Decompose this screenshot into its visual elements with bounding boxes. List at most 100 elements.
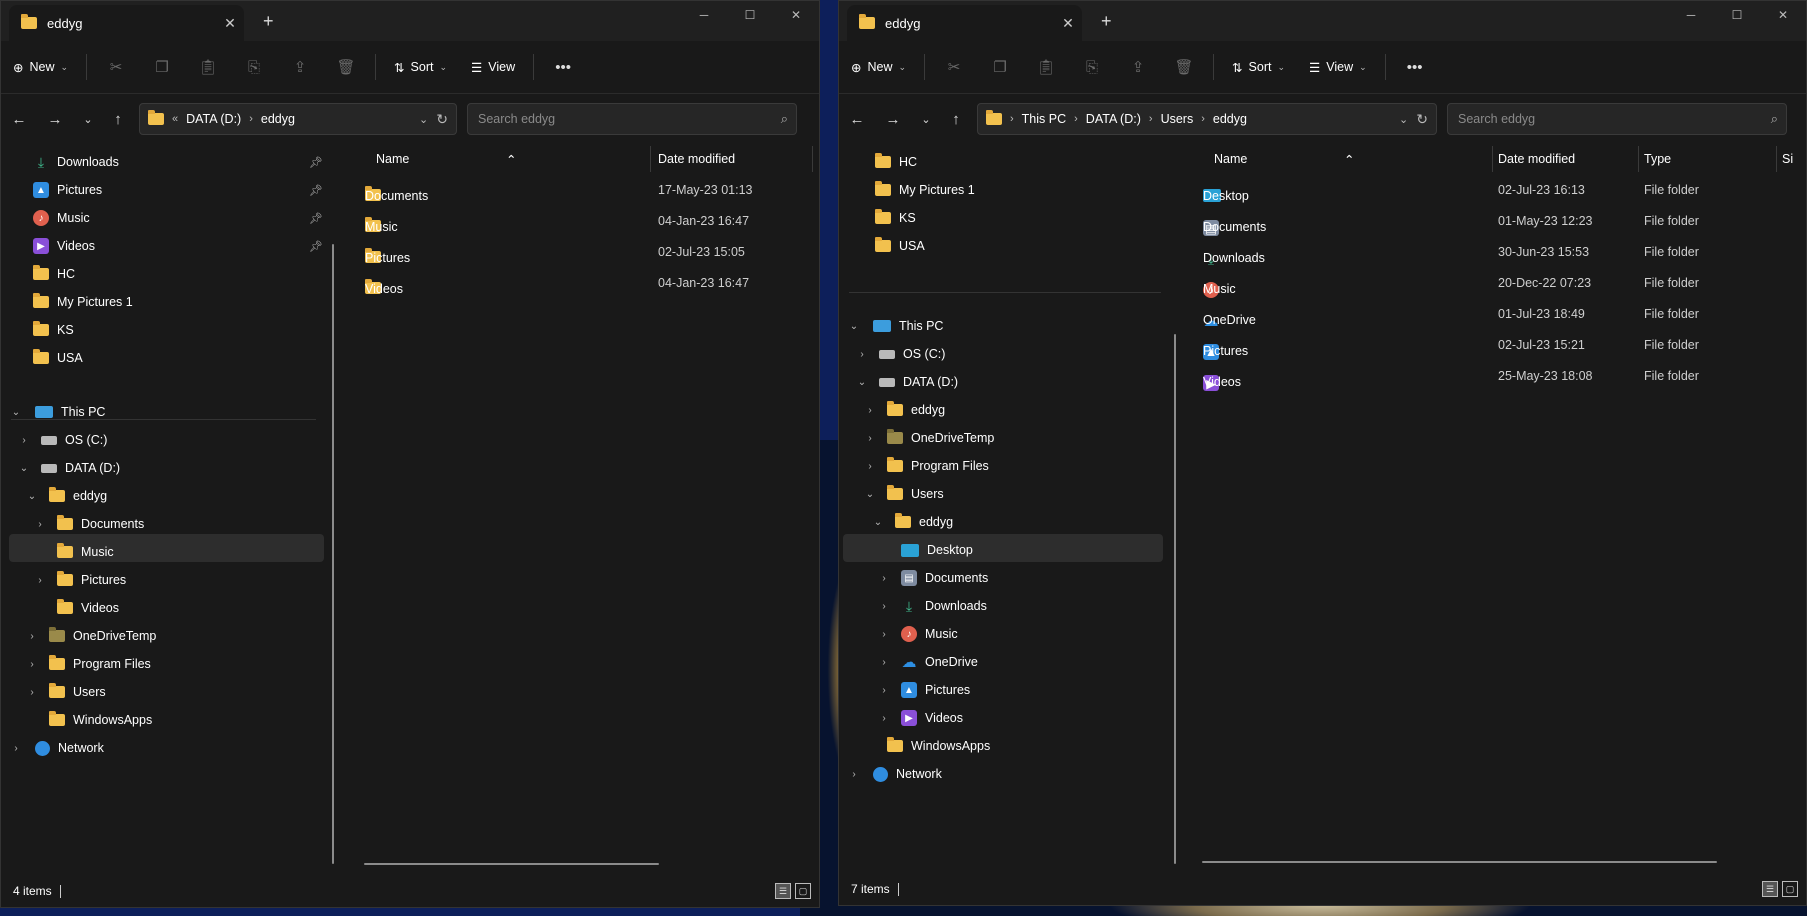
recent-locations-icon[interactable]: ⌄ xyxy=(73,113,103,126)
delete-icon[interactable]: 🗑︎ xyxy=(323,50,369,84)
maximize-icon[interactable]: ☐ xyxy=(727,1,773,29)
tab-eddyg[interactable]: eddyg ✕ xyxy=(9,5,244,41)
breadcrumb-data-d[interactable]: DATA (D:) xyxy=(1086,112,1141,126)
chevron-right-icon[interactable]: › xyxy=(877,573,891,584)
file-row[interactable]: Desktop 02-Jul-23 16:13 File folder xyxy=(1184,176,1806,204)
new-tab-icon[interactable]: + xyxy=(1101,11,1112,32)
new-button[interactable]: ⊕ New ⌄ xyxy=(1,50,80,84)
tree-videos[interactable]: Videos xyxy=(57,594,119,622)
chevron-down-icon[interactable]: ⌄ xyxy=(9,407,23,418)
file-row[interactable]: ▲ Pictures 02-Jul-23 15:21 File folder xyxy=(1184,331,1806,360)
chevron-right-icon[interactable]: › xyxy=(877,713,891,724)
more-options-icon[interactable]: ••• xyxy=(1392,50,1438,84)
maximize-icon[interactable]: ☐ xyxy=(1714,1,1760,29)
tree-onedrive[interactable]: › ☁ OneDrive xyxy=(877,648,977,676)
minimize-icon[interactable]: ─ xyxy=(681,1,727,29)
up-icon[interactable]: ↑ xyxy=(103,111,133,128)
column-name[interactable]: Name xyxy=(376,152,409,166)
forward-icon[interactable]: → xyxy=(37,111,73,128)
chevron-right-icon[interactable]: › xyxy=(25,631,39,642)
column-divider[interactable] xyxy=(812,146,813,172)
search-input[interactable] xyxy=(476,111,781,127)
search-icon[interactable]: ⌕ xyxy=(1771,111,1778,127)
chevron-down-icon[interactable]: ⌄ xyxy=(17,463,31,474)
quick-access-ks[interactable]: KS xyxy=(33,316,74,344)
tree-onedrivetemp[interactable]: › OneDriveTemp xyxy=(25,622,156,650)
tree-documents[interactable]: › Documents xyxy=(33,510,144,538)
chevron-right-icon[interactable]: › xyxy=(855,349,869,360)
close-tab-icon[interactable]: ✕ xyxy=(1054,15,1082,32)
search-icon[interactable]: ⌕ xyxy=(781,111,788,127)
tree-windowsapps[interactable]: WindowsApps xyxy=(887,732,990,760)
details-view-icon[interactable]: ☰ xyxy=(775,883,791,899)
quick-access-pictures[interactable]: ▲ Pictures 📌︎ xyxy=(33,176,323,204)
chevron-right-icon[interactable]: › xyxy=(877,601,891,612)
chevron-right-icon[interactable]: › xyxy=(863,405,877,416)
nav-scrollbar[interactable] xyxy=(1174,334,1176,864)
paste-icon[interactable]: 📋︎ xyxy=(185,50,231,84)
tab-eddyg[interactable]: eddyg ✕ xyxy=(847,5,1082,41)
chevron-right-icon[interactable]: › xyxy=(33,519,47,530)
quick-access-downloads[interactable]: ⤓ Downloads 📌︎ xyxy=(33,148,323,176)
chevron-right-icon[interactable]: › xyxy=(863,433,877,444)
details-view-icon[interactable]: ☰ xyxy=(1762,881,1778,897)
column-divider[interactable] xyxy=(1638,146,1639,172)
tree-music[interactable]: Music xyxy=(57,538,114,566)
tree-eddyg[interactable]: ⌄ eddyg xyxy=(25,482,107,510)
file-row[interactable]: Videos 04-Jan-23 16:47 xyxy=(346,269,819,297)
chevron-right-icon[interactable]: › xyxy=(877,629,891,640)
back-icon[interactable]: ← xyxy=(839,111,875,128)
quick-access-ks[interactable]: KS xyxy=(875,204,916,232)
breadcrumb-eddyg[interactable]: eddyg xyxy=(261,112,295,126)
forward-icon[interactable]: → xyxy=(875,111,911,128)
new-button[interactable]: ⊕ New ⌄ xyxy=(839,50,918,84)
chevron-down-icon[interactable]: ⌄ xyxy=(855,377,869,388)
minimize-icon[interactable]: ─ xyxy=(1668,1,1714,29)
tree-desktop[interactable]: Desktop xyxy=(901,536,973,564)
cut-icon[interactable]: ✂ xyxy=(93,50,139,84)
breadcrumb-overflow[interactable]: « xyxy=(172,113,178,125)
tree-users-eddyg[interactable]: ⌄ eddyg xyxy=(871,508,953,536)
close-window-icon[interactable]: ✕ xyxy=(773,1,819,29)
file-row[interactable]: Music 04-Jan-23 16:47 xyxy=(346,207,819,235)
view-button[interactable]: ☰ View ⌄ xyxy=(1297,50,1379,84)
rename-icon[interactable]: ⎘ xyxy=(231,50,277,84)
file-row[interactable]: ⤓ Downloads 30-Jun-23 15:53 File folder xyxy=(1184,238,1806,267)
share-icon[interactable]: ⇪ xyxy=(1115,50,1161,84)
column-type[interactable]: Type xyxy=(1644,152,1671,166)
share-icon[interactable]: ⇪ xyxy=(277,50,323,84)
horizontal-scrollbar[interactable] xyxy=(364,863,659,865)
breadcrumb-eddyg[interactable]: eddyg xyxy=(1213,112,1247,126)
quick-access-my-pictures-1[interactable]: My Pictures 1 xyxy=(875,176,975,204)
chevron-right-icon[interactable]: › xyxy=(863,461,877,472)
quick-access-hc[interactable]: HC xyxy=(33,260,75,288)
breadcrumb-data-d[interactable]: DATA (D:) xyxy=(186,112,241,126)
quick-access-usa[interactable]: USA xyxy=(33,344,83,372)
tree-downloads[interactable]: › ⤓ Downloads xyxy=(877,592,987,620)
up-icon[interactable]: ↑ xyxy=(941,111,971,128)
quick-access-hc[interactable]: HC xyxy=(875,148,917,176)
column-date-modified[interactable]: Date modified xyxy=(1498,152,1575,166)
close-tab-icon[interactable]: ✕ xyxy=(216,15,244,32)
tree-pictures[interactable]: › Pictures xyxy=(33,566,126,594)
more-options-icon[interactable]: ••• xyxy=(540,50,586,84)
search-input[interactable] xyxy=(1456,111,1771,127)
chevron-right-icon[interactable]: › xyxy=(877,657,891,668)
column-date-modified[interactable]: Date modified xyxy=(658,152,735,166)
back-icon[interactable]: ← xyxy=(1,111,37,128)
refresh-icon[interactable]: ↻ xyxy=(1416,111,1428,128)
chevron-right-icon[interactable]: › xyxy=(9,743,23,754)
nav-scrollbar[interactable] xyxy=(332,244,334,864)
cut-icon[interactable]: ✂ xyxy=(931,50,977,84)
tree-onedrivetemp[interactable]: › OneDriveTemp xyxy=(863,424,994,452)
chevron-right-icon[interactable]: › xyxy=(847,769,861,780)
delete-icon[interactable]: 🗑︎ xyxy=(1161,50,1207,84)
tree-network[interactable]: › Network xyxy=(9,734,104,762)
chevron-down-icon[interactable]: ⌄ xyxy=(847,321,861,332)
chevron-down-icon[interactable]: ⌄ xyxy=(25,491,39,502)
breadcrumb-this-pc[interactable]: This PC xyxy=(1022,112,1066,126)
quick-access-usa[interactable]: USA xyxy=(875,232,925,260)
file-row[interactable]: ▤ Documents 01-May-23 12:23 File folder xyxy=(1184,207,1806,236)
column-name[interactable]: Name xyxy=(1214,152,1247,166)
file-row[interactable]: Documents 17-May-23 01:13 xyxy=(346,176,819,204)
